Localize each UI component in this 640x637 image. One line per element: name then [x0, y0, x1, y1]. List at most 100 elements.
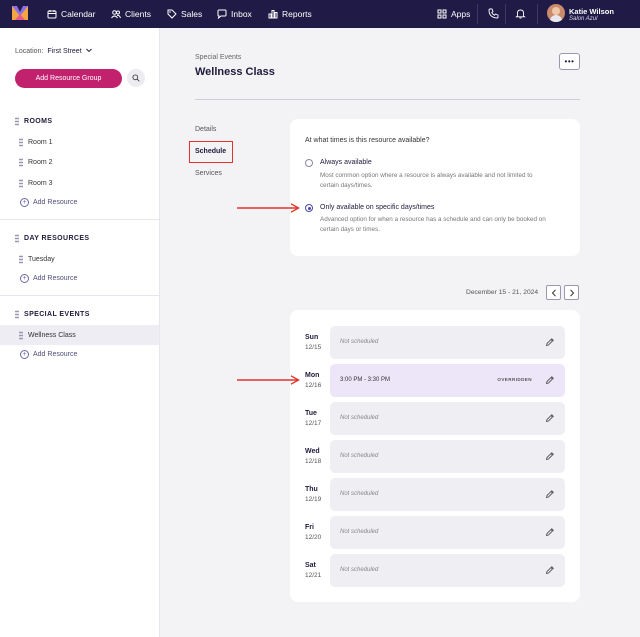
drag-handle-icon[interactable]	[19, 178, 23, 188]
day-name: Fri	[305, 524, 314, 531]
next-week-button[interactable]	[564, 285, 579, 300]
nav-calendar[interactable]: Calendar	[47, 0, 96, 28]
schedule-slot-overridden[interactable]: 3:00 PM - 3:30 PM OVERRIDDEN	[330, 364, 565, 397]
annotation-highlight-box	[189, 141, 233, 163]
nav-clients-label: Clients	[125, 9, 151, 19]
nav-inbox[interactable]: Inbox	[217, 0, 252, 28]
add-resource-rooms[interactable]: + Add Resource	[20, 198, 77, 207]
user-avatar[interactable]	[547, 4, 565, 22]
drag-handle-icon[interactable]	[15, 233, 19, 243]
sidebar-item-room-1[interactable]: Room 1	[0, 132, 159, 152]
slot-text: Not scheduled	[340, 339, 379, 345]
previous-week-button[interactable]	[546, 285, 561, 300]
section-day-resources[interactable]: DAY RESOURCES	[15, 232, 90, 244]
nav-sales[interactable]: Sales	[167, 0, 202, 28]
sidebar-item-room-2[interactable]: Room 2	[0, 152, 159, 172]
add-resource-day-resources[interactable]: + Add Resource	[20, 274, 77, 283]
slot-text: 3:00 PM - 3:30 PM	[340, 377, 391, 383]
availability-question: At what times is this resource available…	[305, 137, 430, 144]
nav-sales-label: Sales	[181, 9, 203, 19]
location-label: Location:	[15, 48, 44, 55]
option-title[interactable]: Always available	[320, 159, 372, 166]
drag-handle-icon[interactable]	[19, 137, 23, 147]
nav-calendar-label: Calendar	[61, 9, 96, 19]
day-name: Wed	[305, 448, 320, 455]
tab-services[interactable]: Services	[195, 170, 222, 177]
day-name: Thu	[305, 486, 318, 493]
slot-text: Not scheduled	[340, 567, 379, 573]
section-rooms[interactable]: ROOMS	[15, 115, 52, 127]
option-title[interactable]: Only available on specific days/times	[320, 204, 434, 211]
sidebar-item-wellness-class[interactable]: Wellness Class	[0, 325, 159, 345]
day-name: Sat	[305, 562, 316, 569]
slot-text: Not scheduled	[340, 491, 379, 497]
option-description: Advanced option for when a resource has …	[320, 216, 546, 233]
nav-reports[interactable]: Reports	[268, 0, 312, 28]
breadcrumb[interactable]: Special Events	[195, 54, 241, 61]
day-name: Mon	[305, 372, 320, 379]
sidebar-item-room-3[interactable]: Room 3	[0, 173, 159, 193]
week-range: December 15 - 21, 2024	[466, 289, 539, 296]
pencil-edit-icon[interactable]	[545, 489, 555, 499]
bell-icon[interactable]	[515, 8, 526, 19]
phone-icon[interactable]	[488, 8, 499, 19]
calendar-icon	[47, 10, 57, 19]
schedule-slot[interactable]: Not scheduled	[330, 478, 565, 511]
annotation-arrow-icon	[237, 375, 300, 385]
pencil-edit-icon[interactable]	[545, 375, 555, 385]
sidebar-item-label: Tuesday	[28, 255, 55, 263]
add-resource-label: Add Resource	[33, 199, 78, 206]
drag-handle-icon[interactable]	[19, 330, 23, 340]
sidebar-item-tuesday[interactable]: Tuesday	[0, 249, 159, 269]
sidebar-item-label: Room 2	[28, 158, 53, 166]
header-divider	[195, 99, 580, 100]
add-resource-label: Add Resource	[33, 275, 78, 282]
drag-handle-icon[interactable]	[19, 254, 23, 264]
sidebar-item-label: Wellness Class	[28, 331, 76, 339]
add-resource-special-events[interactable]: + Add Resource	[20, 350, 77, 359]
section-special-events[interactable]: SPECIAL EVENTS	[15, 308, 90, 320]
pencil-edit-icon[interactable]	[545, 337, 555, 347]
location-value[interactable]: First Street	[47, 48, 81, 55]
section-divider	[0, 219, 159, 220]
page-title: Wellness Class	[195, 66, 275, 78]
brand-logo-icon[interactable]	[12, 6, 28, 20]
nav-apps[interactable]: Apps	[437, 0, 470, 28]
nav-divider	[537, 4, 538, 24]
add-resource-group-button[interactable]: Add Resource Group	[15, 69, 122, 88]
schedule-slot[interactable]: Not scheduled	[330, 554, 565, 587]
day-name: Tue	[305, 410, 317, 417]
schedule-slot[interactable]: Not scheduled	[330, 516, 565, 549]
tab-details[interactable]: Details	[195, 126, 216, 133]
section-title: SPECIAL EVENTS	[24, 310, 90, 318]
plus-circle-icon: +	[20, 274, 29, 283]
day-date: 12/19	[305, 496, 322, 503]
slot-text: Not scheduled	[340, 415, 379, 421]
pencil-edit-icon[interactable]	[545, 451, 555, 461]
apps-grid-icon	[437, 9, 447, 19]
drag-handle-icon[interactable]	[15, 309, 19, 319]
user-name[interactable]: Katie Wilson	[569, 7, 614, 16]
radio-specific-times[interactable]	[305, 204, 313, 212]
location-selector[interactable]: Location: First Street	[15, 48, 92, 55]
pencil-edit-icon[interactable]	[545, 565, 555, 575]
day-date: 12/17	[305, 420, 322, 427]
more-options-button[interactable]: •••	[559, 53, 580, 70]
pencil-edit-icon[interactable]	[545, 527, 555, 537]
sidebar-item-label: Room 1	[28, 138, 53, 146]
schedule-slot[interactable]: Not scheduled	[330, 326, 565, 359]
pencil-edit-icon[interactable]	[545, 413, 555, 423]
radio-always-available[interactable]	[305, 159, 313, 167]
schedule-slot[interactable]: Not scheduled	[330, 402, 565, 435]
nav-reports-label: Reports	[282, 9, 312, 19]
search-button[interactable]	[127, 69, 145, 87]
schedule-slot[interactable]: Not scheduled	[330, 440, 565, 473]
day-date: 12/20	[305, 534, 322, 541]
drag-handle-icon[interactable]	[15, 116, 19, 126]
day-date: 12/18	[305, 458, 322, 465]
nav-clients[interactable]: Clients	[111, 0, 151, 28]
day-date: 12/15	[305, 344, 322, 351]
chevron-right-icon	[569, 288, 574, 297]
drag-handle-icon[interactable]	[19, 157, 23, 167]
tag-icon	[167, 9, 177, 19]
